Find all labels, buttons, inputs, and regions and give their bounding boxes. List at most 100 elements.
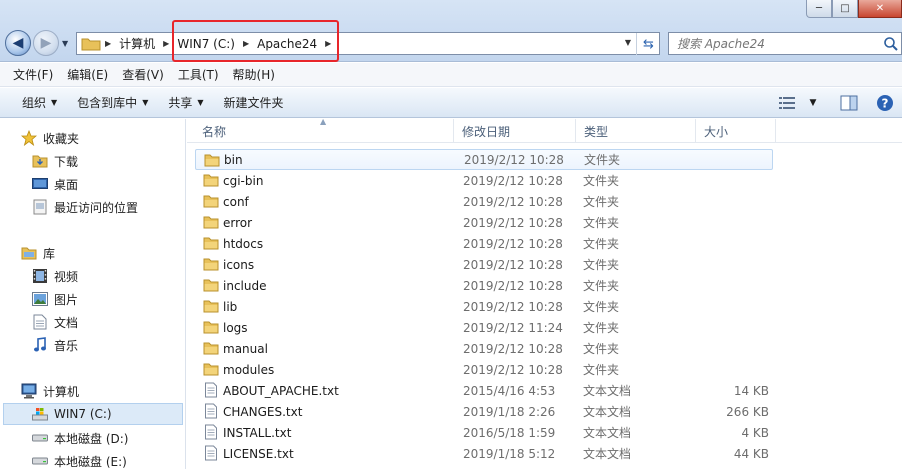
nav-favorites[interactable]: 收藏夹 [20, 127, 206, 149]
window-controls: ─ □ ✕ [806, 0, 902, 18]
organize-label: 组织 [22, 96, 47, 110]
nav-libraries[interactable]: 库 [20, 242, 206, 264]
file-size: 44 KB [733, 446, 769, 461]
command-bar: 组织 ▼ 包含到库中 ▼ 共享 ▼ 新建文件夹 ▼ ? [0, 88, 902, 118]
close-button[interactable]: ✕ [858, 0, 902, 18]
file-date: 2019/2/12 10:28 [464, 152, 564, 167]
file-name: lib [223, 299, 238, 314]
file-row[interactable]: manual 2019/2/12 10:28 文件夹 [195, 338, 773, 359]
breadcrumb-apache24[interactable]: Apache24 [253, 33, 321, 54]
view-options-dropdown-icon[interactable]: ▼ [802, 92, 824, 114]
column-header-size[interactable]: 大小 [696, 119, 776, 143]
breadcrumb-separator-icon[interactable]: ▶ [321, 39, 335, 48]
file-type: 文件夹 [583, 216, 620, 230]
hard-drive-icon [31, 430, 49, 446]
breadcrumb-computer[interactable]: 计算机 [115, 33, 159, 54]
breadcrumb-separator-icon[interactable]: ▶ [239, 39, 253, 48]
desktop-icon [31, 176, 49, 192]
file-name: cgi-bin [223, 173, 264, 188]
refresh-icon: ⇆ [643, 36, 654, 52]
file-row[interactable]: bin 2019/2/12 10:28 文件夹 [195, 149, 773, 170]
breadcrumb-drive-c[interactable]: WIN7 (C:) [173, 33, 239, 54]
nav-pictures-label: 图片 [54, 292, 79, 307]
column-header-type[interactable]: 类型 [576, 119, 696, 143]
title-bar: ─ □ ✕ ◀ ▶ ▼ ▶ 计算机 ▶ WIN7 (C:) ▶ Apache24… [0, 0, 902, 62]
chevron-down-icon: ▼ [51, 98, 58, 107]
file-type: 文本文档 [583, 405, 632, 419]
maximize-button[interactable]: □ [832, 0, 858, 18]
file-row[interactable]: INSTALL.txt 2016/5/18 1:59 文本文档 4 KB [195, 422, 773, 443]
share-button[interactable]: 共享 ▼ [158, 94, 213, 111]
menu-tools[interactable]: 工具(T) [171, 66, 226, 83]
search-input[interactable] [669, 36, 869, 51]
organize-button[interactable]: 组织 ▼ [12, 94, 67, 111]
address-dropdown-icon[interactable]: ▼ [625, 38, 631, 47]
address-bar[interactable]: ▶ 计算机 ▶ WIN7 (C:) ▶ Apache24 ▶ ▼ [76, 32, 660, 55]
breadcrumb-separator-icon[interactable]: ▶ [101, 39, 115, 48]
new-folder-button[interactable]: 新建文件夹 [214, 94, 294, 111]
file-type: 文件夹 [583, 237, 620, 251]
view-controls: ▼ ? [772, 92, 896, 114]
file-name: manual [223, 341, 268, 356]
folder-icon [203, 277, 219, 293]
file-row[interactable]: icons 2019/2/12 10:28 文件夹 [195, 254, 773, 275]
file-type: 文件夹 [583, 300, 620, 314]
file-name: error [223, 215, 253, 230]
menu-edit[interactable]: 编辑(E) [60, 66, 115, 83]
help-icon[interactable]: ? [874, 92, 896, 114]
file-row[interactable]: logs 2019/2/12 11:24 文件夹 [195, 317, 773, 338]
file-row[interactable]: LICENSE.txt 2019/1/18 5:12 文本文档 44 KB [195, 443, 773, 464]
picture-icon [31, 291, 49, 307]
file-name: CHANGES.txt [223, 404, 303, 419]
file-row[interactable]: ABOUT_APACHE.txt 2015/4/16 4:53 文本文档 14 KB [195, 380, 773, 401]
preview-pane-icon[interactable] [838, 92, 860, 114]
forward-button[interactable]: ▶ [33, 30, 59, 56]
file-name: ABOUT_APACHE.txt [223, 383, 339, 398]
minimize-button[interactable]: ─ [806, 0, 832, 18]
search-icon[interactable] [883, 36, 899, 52]
file-row[interactable]: include 2019/2/12 10:28 文件夹 [195, 275, 773, 296]
file-date: 2019/2/12 10:28 [463, 194, 563, 209]
menu-view[interactable]: 查看(V) [115, 66, 171, 83]
view-details-icon[interactable] [776, 92, 798, 114]
navigation-pane: 收藏夹 下载 桌面 最近访问的位置 库 视频 图片 文档 音乐 计算机 WIN7… [0, 119, 186, 469]
file-row[interactable]: lib 2019/2/12 10:28 文件夹 [195, 296, 773, 317]
nav-computer[interactable]: 计算机 [20, 380, 206, 402]
nav-drive-c[interactable]: WIN7 (C:) [3, 403, 183, 425]
menu-file[interactable]: 文件(F) [6, 66, 60, 83]
column-headers: 名称 ▲ 修改日期 类型 大小 [187, 117, 902, 143]
file-date: 2019/2/12 10:28 [463, 215, 563, 230]
file-row[interactable]: modules 2019/2/12 10:28 文件夹 [195, 359, 773, 380]
file-name: bin [224, 152, 243, 167]
folder-icon [81, 38, 101, 50]
chevron-down-icon: ▼ [142, 98, 149, 107]
computer-icon [20, 383, 38, 399]
breadcrumb-separator-icon[interactable]: ▶ [159, 39, 173, 48]
nav-favorites-label: 收藏夹 [43, 131, 80, 146]
file-row[interactable]: CHANGES.txt 2019/1/18 2:26 文本文档 266 KB [195, 401, 773, 422]
nav-desktop-label: 桌面 [54, 177, 79, 192]
file-date: 2019/2/12 10:28 [463, 341, 563, 356]
file-date: 2019/2/12 10:28 [463, 278, 563, 293]
include-in-library-button[interactable]: 包含到库中 ▼ [67, 94, 158, 111]
nav-music-label: 音乐 [54, 338, 79, 353]
refresh-button[interactable]: ⇆ [636, 33, 660, 55]
file-size: 266 KB [726, 404, 769, 419]
file-row[interactable]: htdocs 2019/2/12 10:28 文件夹 [195, 233, 773, 254]
forward-arrow-icon: ▶ [40, 35, 52, 51]
file-date: 2019/2/12 11:24 [463, 320, 563, 335]
file-name: htdocs [223, 236, 264, 251]
file-row[interactable]: conf 2019/2/12 10:28 文件夹 [195, 191, 773, 212]
hard-drive-icon [31, 453, 49, 469]
folder-icon [203, 298, 219, 314]
search-box[interactable] [668, 32, 902, 55]
back-button[interactable]: ◀ [5, 30, 31, 56]
history-dropdown-icon[interactable]: ▼ [62, 39, 68, 48]
column-header-date[interactable]: 修改日期 [454, 119, 576, 143]
file-name: conf [223, 194, 249, 209]
menu-help[interactable]: 帮助(H) [226, 66, 282, 83]
file-row[interactable]: error 2019/2/12 10:28 文件夹 [195, 212, 773, 233]
file-name: INSTALL.txt [223, 425, 292, 440]
file-date: 2019/2/12 10:28 [463, 173, 563, 188]
file-row[interactable]: cgi-bin 2019/2/12 10:28 文件夹 [195, 170, 773, 191]
